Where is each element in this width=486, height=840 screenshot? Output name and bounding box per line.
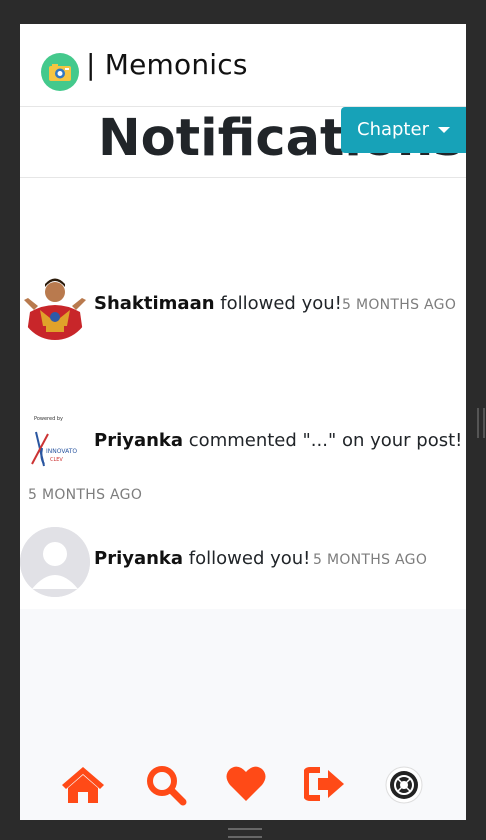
app-screen: | Memonics Notifications Chapter Shaktim… xyxy=(20,24,466,820)
notification-message: followed you! xyxy=(214,293,342,314)
notification-text: Priyanka followed you! xyxy=(94,548,310,569)
home-icon[interactable] xyxy=(60,764,106,808)
svg-text:Powered by: Powered by xyxy=(34,416,63,422)
window-resize-grip[interactable] xyxy=(477,408,485,438)
drag-handle[interactable] xyxy=(228,828,262,838)
notionpress-logo-avatar: Powered by INNOVATO CLEV xyxy=(20,408,90,478)
search-icon[interactable] xyxy=(145,764,187,810)
chapter-dropdown-label: Chapter xyxy=(357,119,429,140)
notification-time: 5 MONTHS AGO xyxy=(28,487,143,503)
shaktimaan-avatar xyxy=(20,270,90,340)
caret-down-icon xyxy=(438,127,450,133)
app-header: | Memonics xyxy=(20,24,466,107)
notification-user[interactable]: Priyanka xyxy=(94,548,183,569)
svg-text:INNOVATO: INNOVATO xyxy=(46,448,77,455)
notification-user[interactable]: Priyanka xyxy=(94,430,183,451)
notification-item[interactable]: Powered by INNOVATO CLEV Priyanka commen… xyxy=(20,408,466,518)
notification-item[interactable]: Priyanka followed you! 5 MONTHS AGO xyxy=(20,527,466,597)
heart-icon[interactable] xyxy=(225,764,267,808)
notification-time: 5 MONTHS AGO xyxy=(313,552,428,568)
notification-text: Shaktimaan followed you! xyxy=(94,293,342,314)
profile-avatar-icon[interactable] xyxy=(385,766,423,808)
notification-message: followed you! xyxy=(183,548,311,569)
chapter-dropdown-button[interactable]: Chapter xyxy=(341,107,466,153)
notification-user[interactable]: Shaktimaan xyxy=(94,293,215,314)
notification-message: commented "..." on your post! xyxy=(183,430,463,451)
svg-text:CLEV: CLEV xyxy=(50,457,63,463)
sign-out-icon[interactable] xyxy=(303,764,346,808)
bottom-nav xyxy=(20,752,466,820)
app-brand-name: | Memonics xyxy=(86,48,248,81)
notification-text: Priyanka commented "..." on your post! xyxy=(94,430,462,451)
camera-logo-icon[interactable] xyxy=(41,53,79,91)
notification-item[interactable]: Shaktimaan followed you! 5 MONTHS AGO xyxy=(20,270,466,340)
notification-time: 5 MONTHS AGO xyxy=(342,297,457,313)
default-user-avatar xyxy=(20,527,90,597)
